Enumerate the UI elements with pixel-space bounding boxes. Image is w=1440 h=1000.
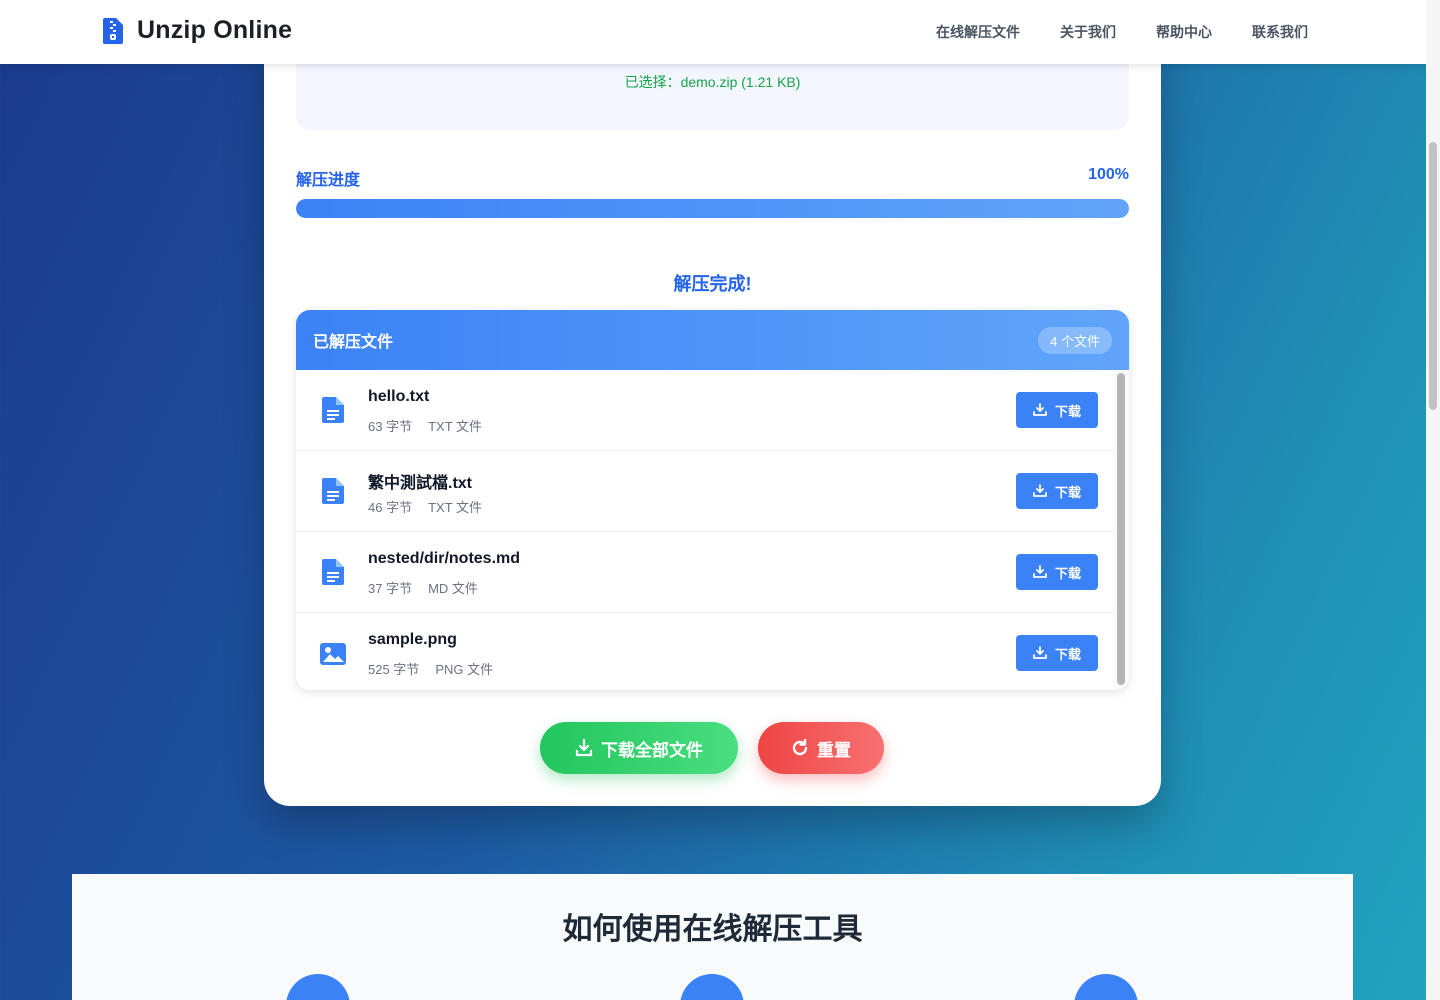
file-list-scrollbar[interactable] bbox=[1113, 370, 1129, 690]
extracted-files-panel: 已解压文件 4 个文件 hello.txt 63 字节 TXT 文件 下载 繁中測試檔.… bbox=[296, 310, 1129, 690]
document-icon bbox=[322, 478, 344, 504]
nav-contact-us[interactable]: 联系我们 bbox=[1252, 22, 1308, 42]
top-header: Unzip Online 在线解压文件 关于我们 帮助中心 联系我们 bbox=[0, 0, 1440, 64]
completion-message: 解压完成! bbox=[673, 274, 752, 294]
download-all-button[interactable]: 下载全部文件 bbox=[540, 722, 738, 774]
nav-about-us[interactable]: 关于我们 bbox=[1060, 22, 1116, 42]
file-download-button[interactable]: 下载 bbox=[1016, 392, 1098, 428]
file-type: PNG 文件 bbox=[435, 662, 494, 677]
page-scrollbar-thumb[interactable] bbox=[1429, 142, 1437, 410]
file-download-label: 下载 bbox=[1054, 403, 1081, 419]
panel-title: 已解压文件 bbox=[313, 334, 394, 351]
file-download-label: 下载 bbox=[1054, 646, 1081, 662]
brand-name: Unzip Online bbox=[137, 16, 293, 44]
file-size: 63 字节 bbox=[368, 419, 413, 434]
file-download-label: 下载 bbox=[1054, 484, 1081, 500]
document-icon bbox=[322, 397, 344, 423]
file-count-badge: 4 个文件 bbox=[1038, 326, 1112, 354]
file-download-button[interactable]: 下载 bbox=[1016, 554, 1098, 590]
file-name: hello.txt bbox=[368, 388, 430, 405]
file-list-container: hello.txt 63 字节 TXT 文件 下载 繁中測試檔.txt 46 字节 TXT … bbox=[296, 370, 1129, 690]
file-row: nested/dir/notes.md 37 字节 MD 文件 下载 bbox=[296, 532, 1113, 613]
step-3-badge bbox=[1074, 974, 1138, 1000]
file-row: sample.png 525 字节 PNG 文件 下载 bbox=[296, 613, 1113, 690]
step-1-badge bbox=[286, 974, 350, 1000]
image-icon bbox=[320, 643, 346, 665]
refresh-icon bbox=[792, 739, 808, 756]
nav-unzip-online[interactable]: 在线解压文件 bbox=[936, 22, 1020, 42]
file-name: 繁中測試檔.txt bbox=[368, 475, 473, 492]
file-row: hello.txt 63 字节 TXT 文件 下载 bbox=[296, 370, 1113, 451]
selected-file-text: 已选择：demo.zip (1.21 KB) bbox=[624, 74, 801, 90]
file-name: sample.png bbox=[368, 631, 457, 648]
progress-label: 解压进度 bbox=[296, 172, 361, 189]
progress-percent: 100% bbox=[1088, 166, 1129, 183]
file-download-button[interactable]: 下载 bbox=[1016, 473, 1098, 509]
document-icon bbox=[322, 559, 344, 585]
file-size: 46 字节 bbox=[368, 500, 413, 515]
download-icon bbox=[1033, 646, 1047, 659]
step-2-badge bbox=[680, 974, 744, 1000]
download-icon bbox=[1033, 565, 1047, 578]
file-type: TXT 文件 bbox=[428, 500, 483, 515]
download-all-label: 下载全部文件 bbox=[601, 740, 703, 760]
brand[interactable]: Unzip Online bbox=[103, 16, 292, 45]
reset-button[interactable]: 重置 bbox=[758, 722, 884, 774]
download-icon bbox=[1033, 484, 1047, 497]
download-icon bbox=[575, 739, 593, 757]
nav-help-center[interactable]: 帮助中心 bbox=[1156, 22, 1212, 42]
file-size: 37 字节 bbox=[368, 581, 413, 596]
howto-title: 如何使用在线解压工具 bbox=[562, 913, 863, 946]
file-meta: 63 字节 TXT 文件 bbox=[368, 416, 482, 435]
panel-header: 已解压文件 4 个文件 bbox=[296, 310, 1129, 370]
zip-file-icon bbox=[103, 17, 123, 44]
page-scrollbar[interactable] bbox=[1426, 0, 1440, 1000]
file-meta: 525 字节 PNG 文件 bbox=[368, 659, 493, 678]
file-type: MD 文件 bbox=[428, 581, 478, 596]
download-icon bbox=[1033, 403, 1047, 416]
file-meta: 46 字节 TXT 文件 bbox=[368, 497, 482, 516]
file-type: TXT 文件 bbox=[428, 419, 483, 434]
progress-bar-fill bbox=[296, 199, 1129, 218]
file-row: 繁中測試檔.txt 46 字节 TXT 文件 下载 bbox=[296, 451, 1113, 532]
file-download-label: 下载 bbox=[1054, 565, 1081, 581]
reset-label: 重置 bbox=[817, 740, 851, 760]
file-size: 525 字节 bbox=[368, 662, 420, 677]
file-name: nested/dir/notes.md bbox=[368, 550, 521, 567]
unzip-card: 已选择：demo.zip (1.21 KB) 解压进度 100% 解压完成! 已… bbox=[264, 20, 1161, 806]
file-list-scrollbar-thumb[interactable] bbox=[1117, 373, 1125, 685]
file-meta: 37 字节 MD 文件 bbox=[368, 578, 478, 597]
main-nav: 在线解压文件 关于我们 帮助中心 联系我们 bbox=[936, 22, 1308, 42]
file-list: hello.txt 63 字节 TXT 文件 下载 繁中測試檔.txt 46 字节 TXT … bbox=[296, 370, 1113, 690]
howto-section: 如何使用在线解压工具 bbox=[72, 874, 1353, 1000]
file-download-button[interactable]: 下载 bbox=[1016, 635, 1098, 671]
progress-bar bbox=[296, 199, 1129, 218]
